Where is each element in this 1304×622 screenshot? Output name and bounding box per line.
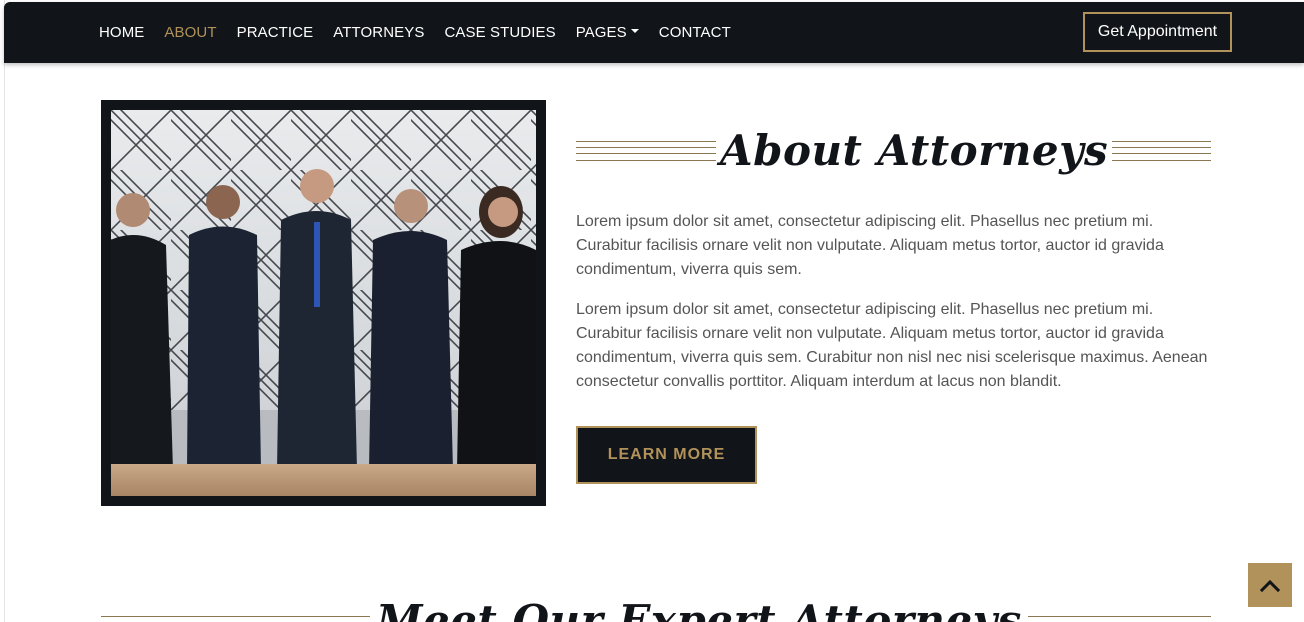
about-heading: About Attorneys xyxy=(576,126,1211,186)
attorneys-team-photo xyxy=(111,110,536,496)
nav-practice[interactable]: PRACTICE xyxy=(227,24,324,41)
nav-pages-label: PAGES xyxy=(575,24,627,41)
nav-home[interactable]: HOME xyxy=(89,24,154,41)
top-navbar: HOME ABOUT PRACTICE ATTORNEYS CASE STUDI… xyxy=(4,2,1304,63)
nav-case-studies[interactable]: CASE STUDIES xyxy=(434,24,565,41)
attorneys-photo-frame xyxy=(101,100,546,506)
caret-down-icon xyxy=(630,29,639,34)
learn-more-button[interactable]: LEARN MORE xyxy=(576,426,757,484)
about-paragraph-1: Lorem ipsum dolor sit amet, consectetur … xyxy=(576,213,1164,278)
nav-pages-dropdown[interactable]: PAGES xyxy=(566,24,649,41)
nav-contact[interactable]: CONTACT xyxy=(649,24,741,41)
next-section-title: Meet Our Expert Attorneys xyxy=(370,596,1028,622)
chevron-up-icon xyxy=(1260,579,1280,592)
nav-attorneys[interactable]: ATTORNEYS xyxy=(323,24,434,41)
about-title: About Attorneys xyxy=(716,126,1113,175)
nav-about[interactable]: ABOUT xyxy=(154,24,226,41)
back-to-top-button[interactable] xyxy=(1248,563,1292,607)
about-paragraph-2: Lorem ipsum dolor sit amet, consectetur … xyxy=(576,301,1208,390)
get-appointment-button[interactable]: Get Appointment xyxy=(1083,12,1232,52)
nav-links: HOME ABOUT PRACTICE ATTORNEYS CASE STUDI… xyxy=(89,2,741,63)
